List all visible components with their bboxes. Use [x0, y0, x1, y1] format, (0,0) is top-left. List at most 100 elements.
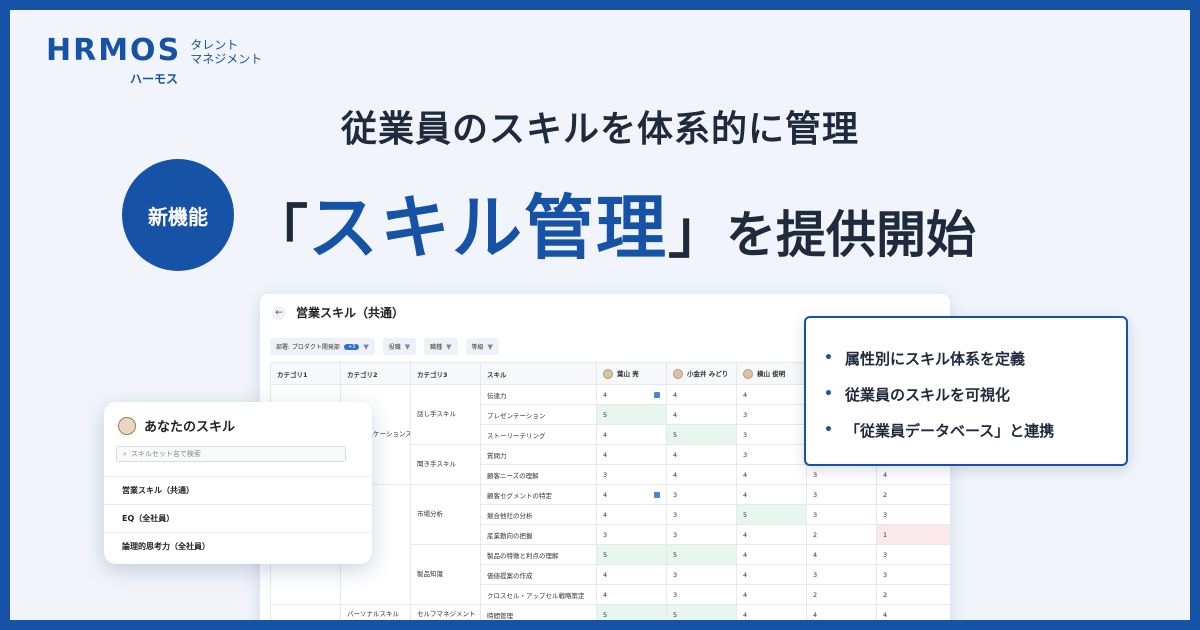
filter-job-type[interactable]: 職種 ▼: [424, 338, 458, 355]
table-row: キル 市場分析 顧客セグメントの特定 4 3 4 3 2: [270, 484, 950, 605]
score-cell[interactable]: 4: [596, 564, 667, 585]
person-header[interactable]: 小金井 みどり: [666, 362, 737, 385]
avatar: [743, 369, 753, 379]
score-cell[interactable]: 4: [736, 584, 807, 605]
score-cell[interactable]: 4: [736, 384, 807, 405]
score-cell[interactable]: 4: [596, 484, 667, 505]
score-cell[interactable]: 4: [666, 444, 737, 465]
score-cell[interactable]: 3: [876, 504, 950, 525]
score-cell[interactable]: 4: [596, 424, 667, 445]
score-cell[interactable]: 3: [736, 424, 807, 445]
score-cell[interactable]: 3: [666, 484, 737, 505]
score-cell[interactable]: 2: [806, 584, 877, 605]
score-cell[interactable]: 3: [596, 464, 667, 485]
score-cell[interactable]: 4: [806, 544, 877, 565]
search-icon: ⌕: [123, 449, 127, 458]
skill-cell: 伝達力: [480, 384, 597, 405]
score-cell[interactable]: 5: [596, 544, 667, 565]
banner: HRMOS タレント マネジメント ハーモス 従業員のスキルを体系的に管理 新機…: [10, 10, 1190, 620]
your-skills-card: あなたのスキル ⌕ スキルセット名で検索 営業スキル（共通） EQ（全社員） 論…: [104, 402, 372, 564]
score-cell[interactable]: 3: [666, 524, 737, 545]
score-cell[interactable]: 4: [736, 524, 807, 545]
score-cell[interactable]: 5: [666, 424, 737, 445]
card-header: あなたのスキル: [118, 416, 235, 435]
filter-count-badge: +3: [343, 343, 360, 350]
feature-item: • 「従業員データベース」と連携: [824, 412, 1126, 448]
score-cell[interactable]: 3: [806, 484, 877, 505]
list-item[interactable]: EQ（全社員）: [104, 504, 372, 532]
score-cell[interactable]: 2: [876, 484, 950, 505]
column-header[interactable]: カテゴリ2: [340, 362, 411, 385]
score-cell[interactable]: 4: [736, 604, 807, 620]
score-cell[interactable]: 3: [876, 564, 950, 585]
feature-text: 属性別にスキル体系を定義: [844, 349, 1025, 368]
score-cell[interactable]: 3: [596, 524, 667, 545]
score-cell[interactable]: 5: [666, 544, 737, 565]
score-cell[interactable]: 4: [596, 384, 667, 405]
score-cell[interactable]: 5: [736, 504, 807, 525]
skill-cell: 顧客セグメントの特定: [480, 484, 597, 505]
score-cell[interactable]: 3: [876, 544, 950, 565]
score-cell[interactable]: 4: [736, 464, 807, 485]
score-cell[interactable]: 4: [596, 504, 667, 525]
filter-label: 部署: プロダクト開発部: [276, 344, 340, 351]
filter-label: 役職: [388, 344, 401, 351]
title-close-bracket: 」: [668, 198, 727, 266]
score-cell[interactable]: 4: [666, 404, 737, 425]
list-item[interactable]: 論理的思考力（全社員）: [104, 532, 372, 560]
column-header[interactable]: カテゴリ3: [410, 362, 481, 385]
score-cell[interactable]: 3: [806, 464, 877, 485]
score-cell[interactable]: 3: [666, 504, 737, 525]
score-cell[interactable]: 5: [666, 604, 737, 620]
score-cell[interactable]: 2: [876, 584, 950, 605]
score-cell[interactable]: 3: [736, 404, 807, 425]
score-cell[interactable]: 1: [876, 524, 950, 545]
filter-department[interactable]: 部署: プロダクト開発部 +3 ▼: [270, 338, 375, 355]
filter-position[interactable]: 役職 ▼: [382, 338, 417, 355]
score-cell[interactable]: 3: [666, 564, 737, 585]
category3-cell: 聞き手スキル: [410, 444, 481, 485]
score-cell[interactable]: 4: [596, 444, 667, 465]
list-item[interactable]: 営業スキル（共通）: [104, 476, 372, 504]
hrmos-logo: HRMOS タレント マネジメント ハーモス: [46, 36, 263, 87]
score-cell[interactable]: 4: [876, 464, 950, 485]
main-title: 「スキル管理」を提供開始: [250, 172, 976, 273]
person-header[interactable]: 葉山 亮: [596, 362, 667, 385]
score-cell[interactable]: 4: [666, 464, 737, 485]
score-cell[interactable]: 4: [666, 384, 737, 405]
person-header[interactable]: 横山 俊明: [736, 362, 807, 385]
new-feature-badge: 新機能: [122, 159, 234, 271]
skill-cell: クロスセル・アップセル戦略策定: [480, 584, 597, 605]
score-cell[interactable]: 4: [736, 484, 807, 505]
skill-cell: 製品の特徴と利点の理解: [480, 544, 597, 565]
filter-icon: ▼: [446, 342, 452, 351]
skillset-search-input[interactable]: ⌕ スキルセット名で検索: [116, 446, 346, 462]
column-header[interactable]: カテゴリ1: [270, 362, 341, 385]
score-cell[interactable]: 3: [666, 584, 737, 605]
score-cell[interactable]: 4: [736, 544, 807, 565]
score-cell[interactable]: 4: [876, 604, 950, 620]
skill-cell: 産業動向の把握: [480, 524, 597, 545]
score-cell[interactable]: 5: [596, 604, 667, 620]
search-placeholder: スキルセット名で検索: [130, 450, 201, 458]
bullet-icon: •: [824, 386, 833, 402]
category3-cell: セルフマネジメント: [410, 604, 481, 620]
score-cell[interactable]: 3: [806, 504, 877, 525]
memo-icon[interactable]: [654, 491, 660, 498]
logo-sub-line2: マネジメント: [190, 52, 263, 66]
score-cell[interactable]: 3: [806, 564, 877, 585]
score-cell[interactable]: 4: [806, 604, 877, 620]
score-cell[interactable]: 2: [806, 524, 877, 545]
title-open-bracket: 「: [250, 198, 309, 266]
score-value: 4: [603, 390, 608, 399]
score-cell[interactable]: 4: [596, 584, 667, 605]
back-arrow-icon[interactable]: ←: [272, 305, 286, 320]
panel-title: 営業スキル（共通）: [296, 306, 405, 320]
score-cell[interactable]: 4: [736, 564, 807, 585]
score-cell[interactable]: 5: [596, 404, 667, 425]
filter-grade[interactable]: 等級 ▼: [465, 338, 499, 355]
memo-icon[interactable]: [654, 391, 660, 398]
column-header[interactable]: スキル: [480, 362, 597, 385]
score-cell[interactable]: 3: [736, 444, 807, 465]
skill-cell: 時間管理: [480, 604, 597, 620]
